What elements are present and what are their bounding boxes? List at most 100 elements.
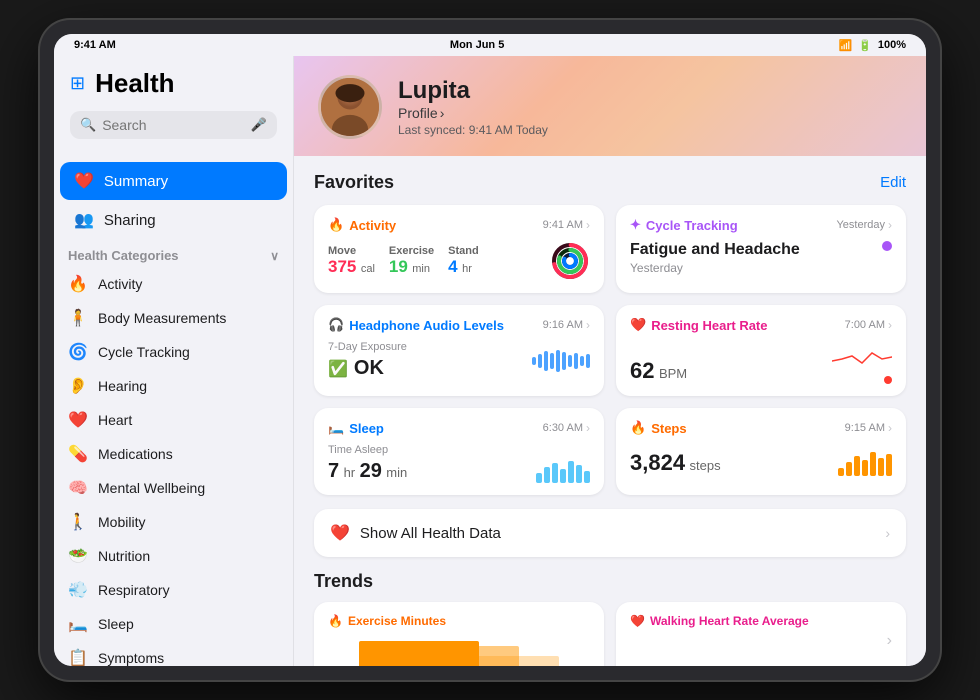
steps-card-header: 🔥 Steps 9:15 AM › (630, 420, 892, 436)
sidebar-item-mental-wellbeing[interactable]: 🧠 Mental Wellbeing (54, 471, 293, 505)
hero-section: Lupita Profile › Last synced: 9:41 AM To… (294, 56, 926, 156)
hero-synced: Last synced: 9:41 AM Today (398, 123, 548, 137)
show-all-row[interactable]: ❤️ Show All Health Data › (314, 509, 906, 557)
hero-name: Lupita (398, 77, 548, 105)
cycle-card-time: Yesterday › (836, 218, 892, 232)
stand-label: Stand (448, 245, 479, 257)
sleep-chevron: › (586, 421, 590, 435)
sidebar-item-body-measurements[interactable]: 🧍 Body Measurements (54, 301, 293, 335)
sidebar: ⊞ Health 🔍 🎤 ❤️ Summary (54, 56, 294, 666)
cycle-tracking-card[interactable]: ✦ Cycle Tracking Yesterday › F (616, 205, 906, 293)
wave-bar (586, 354, 590, 368)
exposure-label: 7-Day Exposure (328, 341, 407, 353)
steps-card[interactable]: 🔥 Steps 9:15 AM › 3,824 (616, 408, 906, 495)
cycle-date: Yesterday (630, 261, 800, 275)
stand-metric: Stand 4 hr (448, 245, 479, 277)
sleep-content: Time Asleep 7 hr 29 min (328, 444, 590, 483)
activity-flame-icon: 🔥 (328, 217, 344, 233)
categories-chevron[interactable]: ∨ (270, 249, 279, 263)
search-icon: 🔍 (80, 117, 96, 133)
cycle-symptom: Fatigue and Headache (630, 241, 800, 259)
search-bar[interactable]: 🔍 🎤 (70, 111, 277, 139)
category-label-symptoms: Symptoms (98, 650, 164, 666)
sidebar-item-nutrition[interactable]: 🥗 Nutrition (54, 539, 293, 573)
body-icon: 🧍 (68, 308, 88, 328)
hero-profile[interactable]: Profile › (398, 105, 548, 121)
cycle-card-header: ✦ Cycle Tracking Yesterday › (630, 217, 892, 233)
status-date: Mon Jun 5 (450, 39, 504, 51)
trend-exercise-icon: 🔥 (328, 614, 343, 628)
symptoms-icon: 📋 (68, 648, 88, 666)
profile-chevron: › (440, 105, 445, 121)
sleep-hours: 7 (328, 460, 339, 482)
mic-icon[interactable]: 🎤 (251, 117, 267, 133)
exercise-metric: Exercise 19 min (389, 245, 434, 277)
sidebar-toggle-icon[interactable]: ⊞ (70, 73, 85, 94)
medications-icon: 💊 (68, 444, 88, 464)
steps-unit: steps (690, 458, 721, 473)
mobility-icon: 🚶 (68, 512, 88, 532)
respiratory-icon: 💨 (68, 580, 88, 600)
heart-rate-unit: BPM (659, 366, 687, 381)
sidebar-item-heart[interactable]: ❤️ Heart (54, 403, 293, 437)
app-container: ⊞ Health 🔍 🎤 ❤️ Summary (54, 56, 926, 666)
wave-bar (538, 354, 542, 368)
show-all-heart-icon: ❤️ (330, 523, 350, 543)
trends-grid: 🔥 Exercise Minutes (314, 602, 906, 666)
steps-card-title: 🔥 Steps (630, 420, 687, 436)
hero-info: Lupita Profile › Last synced: 9:41 AM To… (398, 77, 548, 137)
search-input[interactable] (102, 117, 245, 133)
heart-card-title: ❤️ Resting Heart Rate (630, 317, 768, 333)
cycle-content: Fatigue and Headache Yesterday (630, 241, 892, 275)
heart-card-time: 7:00 AM › (845, 318, 892, 332)
stand-value: 4 hr (448, 257, 479, 277)
headphone-status: 7-Day Exposure ✅ OK (328, 341, 407, 380)
move-value: 375 cal (328, 257, 375, 277)
wave-bar (562, 352, 566, 370)
sleep-label: Time Asleep (328, 444, 407, 456)
sidebar-item-symptoms[interactable]: 📋 Symptoms (54, 641, 293, 666)
steps-chart (838, 448, 892, 476)
headphone-card-title: 🎧 Headphone Audio Levels (328, 317, 504, 333)
sidebar-item-sleep[interactable]: 🛏️ Sleep (54, 607, 293, 641)
sleep-time-group: Time Asleep 7 hr 29 min (328, 444, 407, 483)
avatar (318, 75, 382, 139)
sidebar-top: ⊞ Health 🔍 🎤 (54, 56, 293, 161)
sidebar-item-hearing[interactable]: 👂 Hearing (54, 369, 293, 403)
resting-heart-card[interactable]: ❤️ Resting Heart Rate 7:00 AM › (616, 305, 906, 396)
sleep-card-time: 6:30 AM › (543, 421, 590, 435)
sidebar-item-medications[interactable]: 💊 Medications (54, 437, 293, 471)
activity-card[interactable]: 🔥 Activity 9:41 AM › (314, 205, 604, 293)
trend-heart-icon: ❤️ (630, 614, 645, 628)
sidebar-item-respiratory[interactable]: 💨 Respiratory (54, 573, 293, 607)
wave-bar (550, 353, 554, 369)
nutrition-icon: 🥗 (68, 546, 88, 566)
nav-item-sharing[interactable]: 👥 Sharing (60, 201, 287, 239)
heart-content: 62 BPM (630, 341, 892, 384)
trend-heart-chevron: › (887, 632, 892, 650)
trends-title: Trends (314, 571, 906, 592)
wave-bar (574, 353, 578, 369)
trend-exercise-bar (328, 636, 590, 666)
nav-item-summary[interactable]: ❤️ Summary (60, 162, 287, 200)
wave-bar (556, 350, 560, 372)
categories-title: Health Categories (68, 248, 179, 263)
sleep-card[interactable]: 🛏️ Sleep 6:30 AM › Time Aslee (314, 408, 604, 495)
sidebar-item-mobility[interactable]: 🚶 Mobility (54, 505, 293, 539)
activity-card-title: 🔥 Activity (328, 217, 396, 233)
edit-button[interactable]: Edit (880, 174, 906, 191)
headphone-card[interactable]: 🎧 Headphone Audio Levels 9:16 AM › (314, 305, 604, 396)
waveform-chart (532, 347, 590, 375)
exercise-label: Exercise (389, 245, 434, 257)
heart-icon: ❤️ (68, 410, 88, 430)
nav-items: ❤️ Summary 👥 Sharing (54, 161, 293, 240)
sleep-card-icon: 🛏️ (328, 420, 344, 436)
sidebar-item-cycle-tracking[interactable]: 🌀 Cycle Tracking (54, 335, 293, 369)
trend-card-exercise[interactable]: 🔥 Exercise Minutes (314, 602, 604, 666)
sleep-card-title: 🛏️ Sleep (328, 420, 384, 436)
headphone-content: 7-Day Exposure ✅ OK (328, 341, 590, 380)
trend-card-walking-heart[interactable]: ❤️ Walking Heart Rate Average › (616, 602, 906, 666)
sidebar-item-activity[interactable]: 🔥 Activity (54, 267, 293, 301)
summary-icon: ❤️ (74, 171, 94, 191)
profile-label: Profile (398, 105, 438, 121)
